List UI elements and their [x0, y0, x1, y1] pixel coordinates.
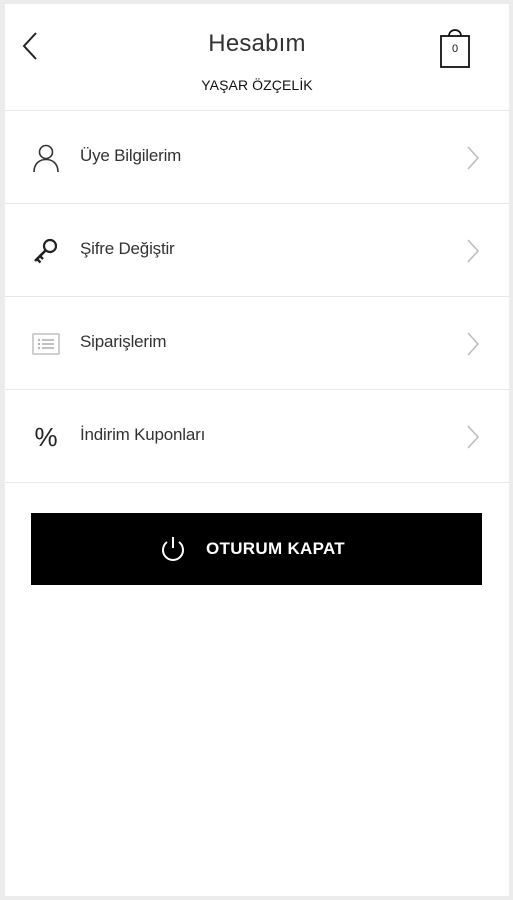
menu-item-change-password[interactable]: Şifre Değiştir [5, 204, 509, 297]
cart-count-badge: 0 [451, 43, 459, 55]
user-name: YAŞAR ÖZÇELİK [201, 77, 313, 93]
chevron-right-icon [467, 239, 480, 263]
page-title: Hesabım [208, 30, 306, 57]
chevron-right-icon [467, 332, 480, 356]
percent-icon: % [31, 422, 61, 452]
logout-button[interactable]: OTURUM KAPAT [31, 513, 482, 585]
menu-item-member-info[interactable]: Üye Bilgilerim [5, 111, 509, 204]
account-menu: Üye Bilgilerim Şifre Değiştir Siparişler… [5, 111, 509, 483]
percent-glyph: % [34, 422, 58, 452]
order-list-icon [31, 329, 61, 359]
menu-item-discount-coupons[interactable]: % İndirim Kuponları [5, 390, 509, 483]
account-panel: Hesabım YAŞAR ÖZÇELİK 0 Üye Bilgilerim Ş… [5, 4, 509, 896]
menu-item-label: Üye Bilgilerim [80, 146, 182, 165]
power-icon [162, 537, 184, 561]
header: Hesabım YAŞAR ÖZÇELİK 0 [5, 4, 509, 111]
user-icon [31, 143, 61, 173]
key-icon [31, 236, 61, 266]
cart-button[interactable]: 0 [437, 24, 473, 70]
menu-item-label: Siparişlerim [80, 332, 167, 351]
menu-item-label: Şifre Değiştir [80, 239, 175, 258]
screen: Hesabım YAŞAR ÖZÇELİK 0 Üye Bilgilerim Ş… [0, 0, 513, 900]
chevron-right-icon [467, 146, 480, 170]
logout-label: OTURUM KAPAT [206, 539, 345, 558]
chevron-right-icon [467, 425, 480, 449]
menu-item-orders[interactable]: Siparişlerim [5, 297, 509, 390]
menu-item-label: İndirim Kuponları [80, 425, 206, 444]
